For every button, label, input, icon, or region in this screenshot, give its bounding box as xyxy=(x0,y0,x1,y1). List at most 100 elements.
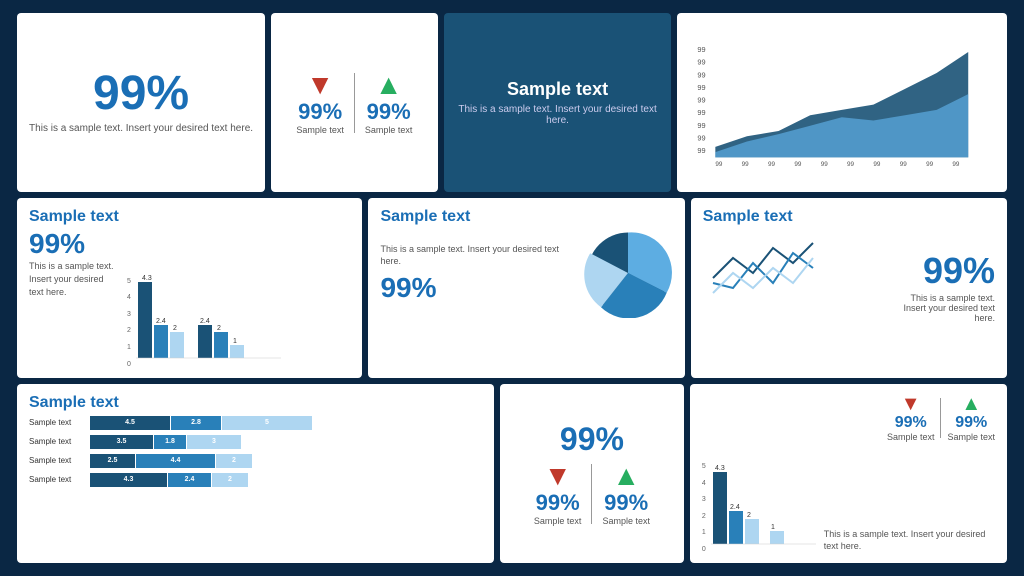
svg-text:4.3: 4.3 xyxy=(715,465,725,472)
r3-mixed-arrows: ▼ 99% Sample text ▲ 99% Sample text xyxy=(824,394,995,442)
pie-chart-svg xyxy=(583,228,673,318)
card-r1-blue: Sample text This is a sample text. Inser… xyxy=(444,13,672,192)
hbar-seg-4a: 4.3 xyxy=(90,473,167,487)
hbar-row-3: Sample text 2.5 4.4 2 xyxy=(29,454,482,468)
card-r3-mixed: 5 4 3 2 1 0 4.3 2.4 2 xyxy=(690,384,1007,563)
svg-text:99: 99 xyxy=(821,161,829,168)
svg-text:99: 99 xyxy=(900,161,908,168)
svg-text:2.4: 2.4 xyxy=(730,504,740,511)
svg-text:99: 99 xyxy=(768,161,776,168)
hbar-track-3: 2.5 4.4 2 xyxy=(90,454,482,468)
desc-r1: This is a sample text. Insert your desir… xyxy=(29,122,253,136)
r2-line-title: Sample text xyxy=(703,208,887,226)
arrow-down-label: Sample text xyxy=(296,125,344,135)
sparkline-svg xyxy=(703,228,833,308)
arrow-up-item: ▲ 99% Sample text xyxy=(365,71,413,135)
r3-arrow-down-icon: ▼ xyxy=(544,462,572,490)
hbar-track-1: 4.5 2.8 5 xyxy=(90,416,482,430)
r2-line-percent: 99% xyxy=(923,253,995,289)
r3-arrow-up-label: Sample text xyxy=(602,516,650,526)
line-chart-svg: 99 99 99 99 99 99 99 99 99 99 99 99 99 9… xyxy=(689,21,995,188)
r2-pie-percent: 99% xyxy=(380,272,572,304)
r3-mixed-desc: This is a sample text. Insert your desir… xyxy=(824,528,995,553)
hbar-label-4: Sample text xyxy=(29,475,84,484)
r3-arrow-down: ▼ 99% Sample text xyxy=(534,462,582,526)
hbar-track-2: 3.5 1.8 3 xyxy=(90,435,482,449)
hbar-seg-1b: 2.8 xyxy=(171,416,221,430)
blue-card-desc: This is a sample text. Insert your desir… xyxy=(456,104,660,126)
r2-pie-desc: This is a sample text. Insert your desir… xyxy=(380,243,572,268)
r3m-arrow-down: ▼ 99% Sample text xyxy=(887,394,935,442)
r3-arrow-down-percent: 99% xyxy=(536,490,580,516)
pie-area: This is a sample text. Insert your desir… xyxy=(380,228,672,318)
blue-card-title: Sample text xyxy=(507,79,608,100)
divider xyxy=(354,73,355,133)
svg-text:99: 99 xyxy=(742,161,750,168)
r3-bar-svg: 4.3 2.4 2 1 xyxy=(708,463,818,553)
r3-hbar-title: Sample text xyxy=(29,394,482,412)
svg-text:2: 2 xyxy=(173,325,177,332)
svg-text:99: 99 xyxy=(795,161,803,168)
svg-text:99: 99 xyxy=(698,58,706,67)
hbar-seg-4b: 2.4 xyxy=(168,473,211,487)
arrow-down-icon: ▼ xyxy=(306,71,334,99)
svg-text:99: 99 xyxy=(716,161,724,168)
svg-text:2.4: 2.4 xyxy=(156,318,166,325)
r2-bar-percent: 99% xyxy=(29,228,119,260)
r3-mixed-right: ▼ 99% Sample text ▲ 99% Sample text This… xyxy=(824,394,995,553)
dashboard: 99% This is a sample text. Insert your d… xyxy=(17,13,1007,563)
r3-arrow-up-percent: 99% xyxy=(604,490,648,516)
svg-text:99: 99 xyxy=(847,161,855,168)
svg-text:99: 99 xyxy=(698,133,706,142)
svg-text:2.4: 2.4 xyxy=(200,318,210,325)
hbar-row-1: Sample text 4.5 2.8 5 xyxy=(29,416,482,430)
hbar-seg-1c: 5 xyxy=(222,416,312,430)
r2-line-desc: This is a sample text. Insert your desir… xyxy=(895,293,995,323)
hbar-seg-3a: 2.5 xyxy=(90,454,135,468)
r3-arrow-up: ▲ 99% Sample text xyxy=(602,462,650,526)
svg-text:99: 99 xyxy=(927,161,935,168)
svg-text:99: 99 xyxy=(874,161,882,168)
svg-text:1: 1 xyxy=(233,338,237,345)
svg-text:99: 99 xyxy=(953,161,961,168)
r3-y-axis: 5 4 3 2 1 0 xyxy=(702,463,706,553)
r3m-arrow-up-label: Sample text xyxy=(947,432,995,442)
y-axis-r2: 5 4 3 2 1 0 xyxy=(127,278,131,368)
r2-bar-info: Sample text 99% This is a sample text. I… xyxy=(29,208,119,367)
arrow-up-percent: 99% xyxy=(367,99,411,125)
hbar-seg-3c: 2 xyxy=(216,454,252,468)
hbar-rows: Sample text 4.5 2.8 5 Sample text 3.5 1.… xyxy=(29,416,482,487)
hbar-label-2: Sample text xyxy=(29,437,84,446)
svg-text:99: 99 xyxy=(698,146,706,155)
arrow-down-item: ▼ 99% Sample text xyxy=(296,71,344,135)
arrow-up-icon: ▲ xyxy=(375,71,403,99)
r3m-arrow-up-percent: 99% xyxy=(955,414,987,432)
svg-text:4.3: 4.3 xyxy=(142,275,152,282)
hbar-row-2: Sample text 3.5 1.8 3 xyxy=(29,435,482,449)
svg-text:2: 2 xyxy=(747,512,751,519)
r3m-divider xyxy=(940,398,941,438)
hbar-seg-4c: 2 xyxy=(212,473,248,487)
card-r1-bigpercent: 99% This is a sample text. Insert your d… xyxy=(17,13,265,192)
arrow-up-label: Sample text xyxy=(365,125,413,135)
svg-text:99: 99 xyxy=(698,108,706,117)
r3-main-percent: 99% xyxy=(560,421,624,458)
hbar-seg-2c: 3 xyxy=(187,435,241,449)
hbar-seg-3b: 4.4 xyxy=(136,454,215,468)
hbar-seg-2a: 3.5 xyxy=(90,435,153,449)
hbar-seg-2b: 1.8 xyxy=(154,435,186,449)
r2-pie-title: Sample text xyxy=(380,208,672,226)
hbar-label-3: Sample text xyxy=(29,456,84,465)
big-percent-r1: 99% xyxy=(93,70,189,118)
arrows-row1: ▼ 99% Sample text ▲ 99% Sample text xyxy=(296,71,412,135)
bar-chart-svg-r2: 4.3 2.4 2 2.4 2 1 xyxy=(133,273,283,368)
card-r3-hbar: Sample text Sample text 4.5 2.8 5 Sample… xyxy=(17,384,494,563)
r2-bar-desc: This is a sample text. Insert your desir… xyxy=(29,260,119,298)
pie-text: This is a sample text. Insert your desir… xyxy=(380,243,572,304)
r2-line-right: 99% This is a sample text. Insert your d… xyxy=(895,208,995,367)
r3m-arrow-up-icon: ▲ xyxy=(961,394,981,414)
card-r2-pie: Sample text This is a sample text. Inser… xyxy=(368,198,684,377)
arrow-down-percent: 99% xyxy=(298,99,342,125)
hbar-label-1: Sample text xyxy=(29,418,84,427)
r3m-arrow-down-icon: ▼ xyxy=(901,394,921,414)
